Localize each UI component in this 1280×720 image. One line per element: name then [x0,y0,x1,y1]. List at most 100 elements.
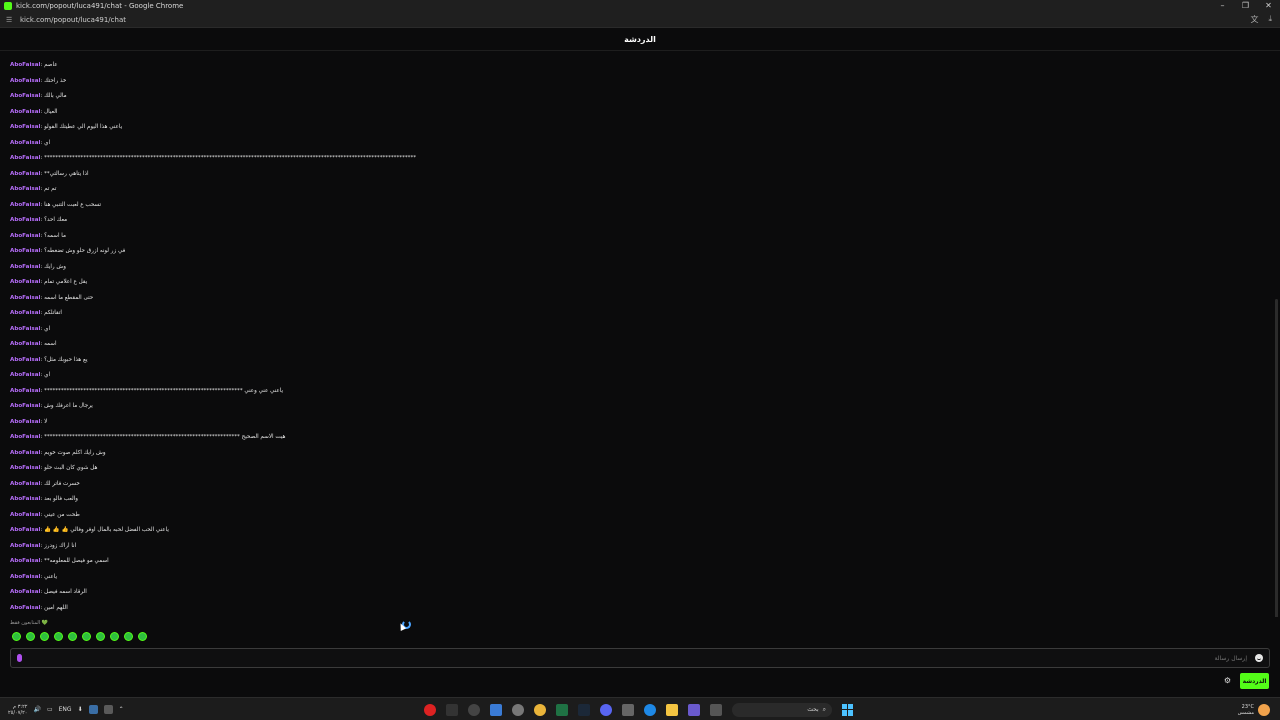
windows-start-icon[interactable] [842,703,854,716]
chat-username[interactable]: AboFaisal [10,62,40,68]
close-button[interactable]: ✕ [1257,0,1280,12]
tray-expand-chevron-icon[interactable]: ⌃ [119,706,124,713]
chat-message[interactable]: AboFaisal: طحت من عيني [10,509,80,521]
chat-username[interactable]: AboFaisal [10,202,40,208]
chat-message[interactable]: AboFaisal: اللهم امين [10,602,68,614]
chat-username[interactable]: AboFaisal [10,279,40,285]
chat-username[interactable]: AboFaisal [10,574,40,580]
chat-username[interactable]: AboFaisal [10,558,40,564]
chat-message[interactable]: AboFaisal: وش رايك اكلم صوت خويم [10,447,106,459]
file-explorer-icon[interactable] [666,703,678,716]
steam-app-icon[interactable] [578,703,590,716]
network-icon[interactable]: ▭ [47,706,53,713]
chat-message[interactable]: AboFaisal: انا اراك زودرز [10,540,76,552]
taskbar-search[interactable]: بحث ⌕ [732,702,832,717]
chat-message[interactable]: AboFaisal: عاصم [10,59,58,71]
chrome-app-icon[interactable] [534,703,546,716]
chat-username[interactable]: AboFaisal [10,496,40,502]
chat-message[interactable]: AboFaisal: *****************************… [10,152,416,164]
edge-app-icon[interactable] [644,703,656,716]
chat-username[interactable]: AboFaisal [10,155,40,161]
chat-username[interactable]: AboFaisal [10,403,40,409]
chat-input-box[interactable] [10,648,1270,668]
emote-icon[interactable] [54,632,63,641]
chat-message[interactable]: AboFaisal: خسرت فاتر لك [10,478,80,490]
mic-tray-icon[interactable]: ⬇ [78,706,83,713]
emote-icon[interactable] [26,632,35,641]
chat-message[interactable]: AboFaisal: يع هذا حبوبك مثل؟ [10,354,88,366]
chat-username[interactable]: AboFaisal [10,450,40,456]
chat-username[interactable]: AboFaisal [10,388,40,394]
chat-username[interactable]: AboFaisal [10,109,40,115]
cross-app-icon[interactable] [490,703,502,716]
chat-message[interactable]: AboFaisal: اي [10,369,50,381]
emote-icon[interactable] [124,632,133,641]
chat-message[interactable]: AboFaisal: اي [10,323,50,335]
volume-icon[interactable]: 🔊 [33,706,40,713]
copilot-app-icon[interactable] [688,703,700,716]
emote-icon[interactable] [138,632,147,641]
chat-message-input[interactable] [22,654,1255,662]
chat-username[interactable]: AboFaisal [10,93,40,99]
chat-username[interactable]: AboFaisal [10,357,40,363]
chat-username[interactable]: AboFaisal [10,124,40,130]
chat-message[interactable]: AboFaisal: ما اسمه؟ [10,230,66,242]
record-app-icon[interactable] [424,703,436,716]
chat-message[interactable]: AboFaisal: هل شوي كان البث حلو [10,462,97,474]
chat-username[interactable]: AboFaisal [10,512,40,518]
chat-username[interactable]: AboFaisal [10,248,40,254]
chat-username[interactable]: AboFaisal [10,543,40,549]
chat-message[interactable]: AboFaisal: الرقاد اسمه فيصل [10,586,87,598]
terminal-app-icon[interactable] [446,703,458,716]
taskbar-weather[interactable]: 23°C مشمس [1238,698,1270,720]
calendar-app-icon[interactable] [622,703,634,716]
chat-scrollbar[interactable] [1275,299,1278,617]
obs-app-icon[interactable] [468,703,480,716]
address-bar[interactable]: ☰ kick.com/popout/luca491/chat 文 ⤓ [0,12,1280,28]
chat-message[interactable]: AboFaisal: العيال [10,106,57,118]
tray-app-icon-1[interactable] [88,705,98,714]
chat-username[interactable]: AboFaisal [10,171,40,177]
chat-username[interactable]: AboFaisal [10,140,40,146]
chat-send-button[interactable]: الدردشة [1240,673,1269,689]
chat-username[interactable]: AboFaisal [10,295,40,301]
chat-username[interactable]: AboFaisal [10,341,40,347]
chat-message[interactable]: AboFaisal: مالي بالك [10,90,67,102]
chat-message[interactable]: AboFaisal: ياعني هذا اليوم الي عطيتك الف… [10,121,122,133]
chat-message[interactable]: AboFaisal: *****************************… [10,431,286,443]
chat-username[interactable]: AboFaisal [10,233,40,239]
chat-message[interactable]: AboFaisal: تم تم [10,183,56,195]
chat-message[interactable]: AboFaisal: تسحب ع لعبت التنبي هنا [10,199,101,211]
chat-message[interactable]: AboFaisal: **اذا يتاهي رسالتي [10,168,89,180]
chat-username[interactable]: AboFaisal [10,310,40,316]
chat-message[interactable]: AboFaisal: اتقاتلكم [10,307,62,319]
chat-message[interactable]: AboFaisal: *****************************… [10,385,283,397]
chat-message[interactable]: AboFaisal: معك احد؟ [10,214,67,226]
chat-message[interactable]: AboFaisal: حتى المقطع ما اسمه [10,292,93,304]
chat-message[interactable]: AboFaisal: يقل ع اعلامي تمام [10,276,87,288]
emote-icon[interactable] [110,632,119,641]
chat-message[interactable]: AboFaisal: **اسمي مو فيصل للمعلومه [10,555,109,567]
task-view-icon[interactable] [710,703,722,716]
chat-username[interactable]: AboFaisal [10,264,40,270]
chat-username[interactable]: AboFaisal [10,481,40,487]
chat-username[interactable]: AboFaisal [10,589,40,595]
chat-username[interactable]: AboFaisal [10,372,40,378]
chat-message[interactable]: AboFaisal: اي [10,137,50,149]
translate-icon[interactable]: 文 [1250,14,1258,25]
emoji-picker-icon[interactable] [1255,654,1263,662]
site-info-icon[interactable]: ☰ [6,16,16,24]
chat-username[interactable]: AboFaisal [10,78,40,84]
chat-message[interactable]: AboFaisal: في زر لونه ازرق حلو وش تضغطه؟ [10,245,125,257]
chat-message[interactable]: AboFaisal: 👍 👍 👍 ياعني الحب الفضل لحبه ب… [10,524,169,536]
emote-icon[interactable] [82,632,91,641]
emote-icon[interactable] [40,632,49,641]
discord-app-icon[interactable] [600,703,612,716]
chat-message[interactable]: AboFaisal: خذ راحتك [10,75,66,87]
url-text[interactable]: kick.com/popout/luca491/chat [20,16,1250,24]
chat-message[interactable]: AboFaisal: ياعني [10,571,57,583]
chat-username[interactable]: AboFaisal [10,217,40,223]
excel-app-icon[interactable] [556,703,568,716]
tray-app-icon-2[interactable] [103,705,113,714]
minimize-button[interactable]: – [1211,0,1234,12]
